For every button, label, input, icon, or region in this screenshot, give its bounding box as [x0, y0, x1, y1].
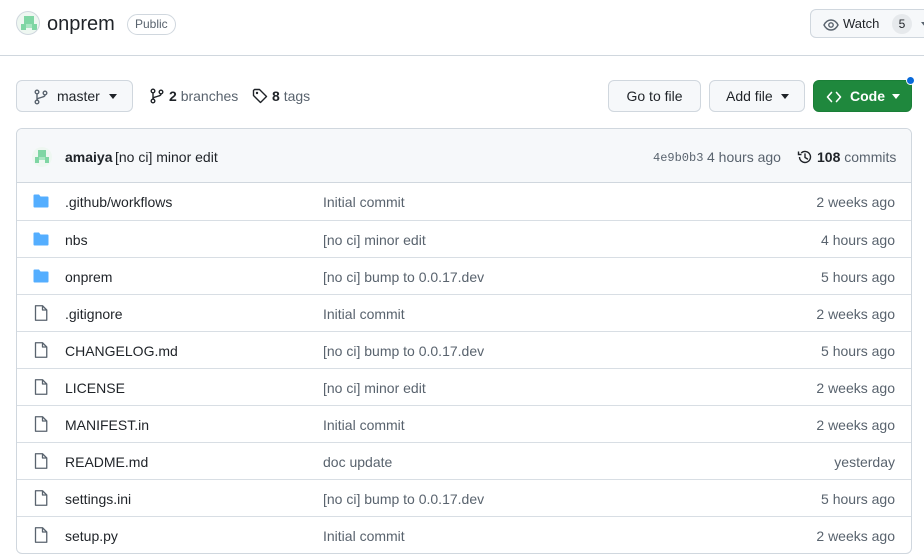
- file-commit-age: 2 weeks ago: [816, 528, 895, 544]
- folder-icon: [33, 232, 49, 251]
- file-row[interactable]: onprem [no ci] bump to 0.0.17.dev 5 hours …: [17, 257, 911, 294]
- file-icon: [34, 527, 48, 548]
- file-name-link[interactable]: MANIFEST.in: [65, 416, 149, 434]
- code-icon: [826, 91, 842, 103]
- eye-icon: [823, 19, 839, 31]
- commits-label: commits: [844, 149, 897, 165]
- commit-author-link[interactable]: amaiya: [65, 148, 112, 166]
- file-row[interactable]: MANIFEST.in Initial commit 2 weeks ago: [17, 405, 911, 442]
- file-icon: [34, 416, 48, 437]
- commit-sha-link[interactable]: 4e9b0b3: [653, 150, 703, 166]
- file-row[interactable]: LICENSE [no ci] minor edit 2 weeks ago: [17, 368, 911, 405]
- branches-label: branches: [180, 88, 239, 104]
- tags-label: tags: [283, 88, 311, 104]
- file-commit-message-link[interactable]: [no ci] minor edit: [323, 231, 426, 249]
- file-commit-age: 2 weeks ago: [816, 194, 895, 210]
- file-row[interactable]: setup.py Initial commit 2 weeks ago: [17, 516, 911, 553]
- file-name-link[interactable]: LICENSE: [65, 379, 125, 397]
- file-icon: [34, 453, 48, 474]
- repo-name-link[interactable]: onprem: [47, 11, 115, 37]
- owner-avatar[interactable]: [16, 11, 40, 35]
- watch-label: Watch: [843, 16, 880, 31]
- add-file-label: Add file: [726, 88, 773, 104]
- file-commit-message-link[interactable]: doc update: [323, 453, 392, 471]
- add-file-button[interactable]: Add file: [709, 80, 805, 112]
- tags-count: 8: [272, 88, 280, 104]
- file-commit-message-link[interactable]: Initial commit: [323, 527, 405, 545]
- file-name-link[interactable]: settings.ini: [65, 490, 131, 508]
- code-label: Code: [850, 88, 885, 104]
- file-row[interactable]: .gitignore Initial commit 2 weeks ago: [17, 294, 911, 331]
- file-commit-message-link[interactable]: Initial commit: [323, 193, 405, 211]
- file-row[interactable]: CHANGELOG.md [no ci] bump to 0.0.17.dev 5 …: [17, 331, 911, 368]
- watch-count: 5: [892, 14, 912, 34]
- file-commit-age: 2 weeks ago: [816, 417, 895, 433]
- file-name-link[interactable]: .github/workflows: [65, 193, 172, 211]
- file-commit-age: yesterday: [834, 454, 895, 470]
- go-to-file-button[interactable]: Go to file: [608, 80, 701, 112]
- file-row[interactable]: .github/workflows Initial commit 2 weeks a…: [17, 183, 911, 220]
- file-commit-age: 2 weeks ago: [816, 306, 895, 322]
- file-icon: [34, 379, 48, 400]
- visibility-badge: Public: [127, 14, 176, 35]
- commit-message-link[interactable]: [no ci] minor edit: [115, 148, 218, 166]
- tag-icon: [252, 88, 268, 104]
- chevron-down-icon: [109, 94, 117, 99]
- history-icon: [797, 150, 812, 164]
- file-name-link[interactable]: README.md: [65, 453, 148, 471]
- file-commit-age: 5 hours ago: [821, 343, 895, 359]
- watch-button[interactable]: Watch 5: [810, 9, 924, 38]
- file-commit-age: 4 hours ago: [821, 232, 895, 248]
- branches-count: 2: [169, 88, 177, 104]
- branch-name: master: [57, 88, 100, 104]
- file-commit-age: 5 hours ago: [821, 491, 895, 507]
- folder-icon: [33, 269, 49, 288]
- file-row[interactable]: README.md doc update yesterday: [17, 442, 911, 479]
- file-commit-message-link[interactable]: [no ci] minor edit: [323, 379, 426, 397]
- file-name-link[interactable]: .gitignore: [65, 305, 123, 323]
- file-name-link[interactable]: CHANGELOG.md: [65, 342, 178, 360]
- file-list-box: amaiya [no ci] minor edit 4e9b0b3 4 hour…: [16, 128, 912, 554]
- commits-count: 108: [817, 149, 841, 165]
- code-button[interactable]: Code: [813, 80, 912, 112]
- chevron-down-icon: [781, 94, 789, 99]
- file-row[interactable]: settings.ini [no ci] bump to 0.0.17.dev 5 …: [17, 479, 911, 516]
- branch-icon: [150, 88, 164, 104]
- file-icon: [34, 305, 48, 326]
- branch-icon: [34, 89, 48, 105]
- branch-select-button[interactable]: master: [16, 80, 133, 112]
- file-commit-message-link[interactable]: [no ci] bump to 0.0.17.dev: [323, 268, 484, 286]
- file-name-link[interactable]: onprem: [65, 268, 112, 286]
- file-commit-message-link[interactable]: [no ci] bump to 0.0.17.dev: [323, 342, 484, 360]
- author-avatar[interactable]: [32, 147, 52, 167]
- file-commit-message-link[interactable]: Initial commit: [323, 416, 405, 434]
- repo-header: onprem Public Watch 5: [0, 0, 924, 56]
- notification-dot: [906, 76, 915, 85]
- file-name-link[interactable]: setup.py: [65, 527, 118, 545]
- file-commit-age: 2 weeks ago: [816, 380, 895, 396]
- file-icon: [34, 490, 48, 511]
- folder-icon: [33, 194, 49, 213]
- file-commit-message-link[interactable]: Initial commit: [323, 305, 405, 323]
- file-commit-message-link[interactable]: [no ci] bump to 0.0.17.dev: [323, 490, 484, 508]
- file-icon: [34, 342, 48, 363]
- file-commit-age: 5 hours ago: [821, 269, 895, 285]
- commit-time: 4 hours ago: [707, 149, 781, 165]
- file-name-link[interactable]: nbs: [65, 231, 88, 249]
- chevron-down-icon: [892, 94, 900, 99]
- file-row[interactable]: nbs [no ci] minor edit 4 hours ago: [17, 220, 911, 257]
- latest-commit-bar: amaiya [no ci] minor edit 4e9b0b3 4 hour…: [17, 129, 911, 183]
